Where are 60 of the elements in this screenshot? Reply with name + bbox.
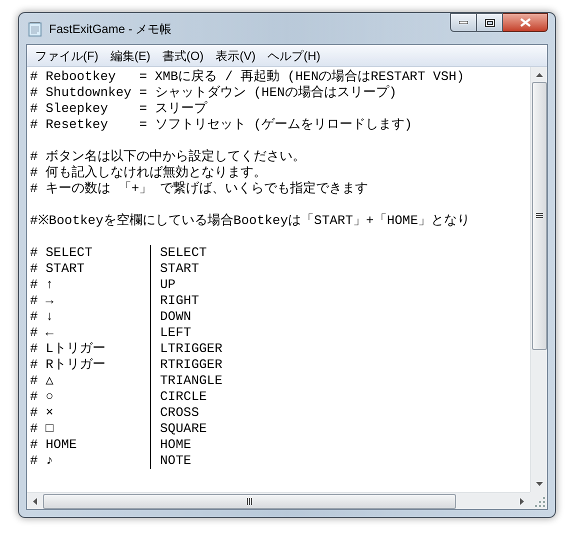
minimize-button[interactable] [450,13,477,32]
horizontal-scrollbar[interactable] [27,492,530,509]
text-line: # ↓ [30,309,54,325]
text-line: # ボタン名は以下の中から設定してください。 [30,149,306,165]
text-line: # START [30,261,86,277]
text-line: HOME [160,437,192,453]
text-line: CROSS [160,405,200,421]
text-line: # ○ [30,389,54,405]
text-line: # ↑ [30,277,54,293]
text-line: SELECT [160,245,207,261]
text-line: TRIANGLE [160,373,222,389]
menu-item[interactable]: 書式(O) [156,46,210,64]
menu-item[interactable]: ファイル(F) [29,46,104,64]
resize-grip-icon [535,497,545,507]
scroll-left-arrow-icon [33,498,37,504]
text-line: CIRCLE [160,389,207,405]
text-line: SQUARE [160,421,207,437]
text-line: LTRIGGER [160,341,222,357]
maximize-icon [484,18,494,26]
text-line: NOTE [160,453,192,469]
horizontal-scroll-thumb[interactable] [43,494,456,508]
text-line: # ♪ [30,453,54,469]
text-line: # HOME [30,437,78,453]
grip-icon [246,498,252,504]
text-line: # キーの数は 「+」 で繋げば、いくらでも指定できます [30,181,368,197]
text-line: # Rebootkey = XMBに戻る / 再起動 (HENの場合はRESTART VSH) [30,69,464,85]
maximize-button[interactable] [477,13,503,32]
minimize-icon [459,21,468,24]
text-line: RIGHT [160,293,200,309]
grip-icon [536,213,542,219]
text-line: # Lトリガー [30,341,106,357]
scroll-down-arrow-icon [536,482,542,486]
scroll-right-arrow-icon [520,498,524,504]
menu-item[interactable]: ヘルプ(H) [262,46,326,64]
text-line: RTRIGGER [160,357,222,373]
text-line: UP [160,277,176,293]
text-line: # Shutdownkey = シャットダウン (HENの場合はスリープ) [30,85,397,101]
text-line: # △ [30,373,54,389]
window-title: FastExitGame - メモ帳 [49,20,172,38]
text-line: # × [30,405,54,421]
text-line: START [160,261,200,277]
notepad-icon [27,20,43,36]
vertical-scrollbar[interactable] [530,67,547,492]
close-icon [520,18,530,27]
text-line: # Resetkey = ソフトリセット (ゲームをリロードします) [30,117,412,133]
vertical-scroll-thumb[interactable] [532,82,546,350]
text-line: #※Bootkeyを空欄にしている場合Bootkeyは「START」+「HOME」となり [30,213,470,229]
menu-item[interactable]: 編集(E) [104,46,156,64]
text-line: # → [30,293,54,309]
text-line: # SELECT [30,245,94,261]
text-line: # Rトリガー [30,357,106,373]
close-button[interactable] [503,13,548,32]
text-line: # □ [30,421,54,437]
scroll-up-arrow-icon [536,73,542,77]
text-line: # 何も記入しなければ無効となります。 [30,165,267,181]
text-line: LEFT [160,325,192,341]
text-line: # ← [30,325,54,341]
text-line: # Sleepkey = スリープ [30,101,207,117]
text-line: DOWN [160,309,192,325]
menu-item[interactable]: 表示(V) [210,46,262,64]
